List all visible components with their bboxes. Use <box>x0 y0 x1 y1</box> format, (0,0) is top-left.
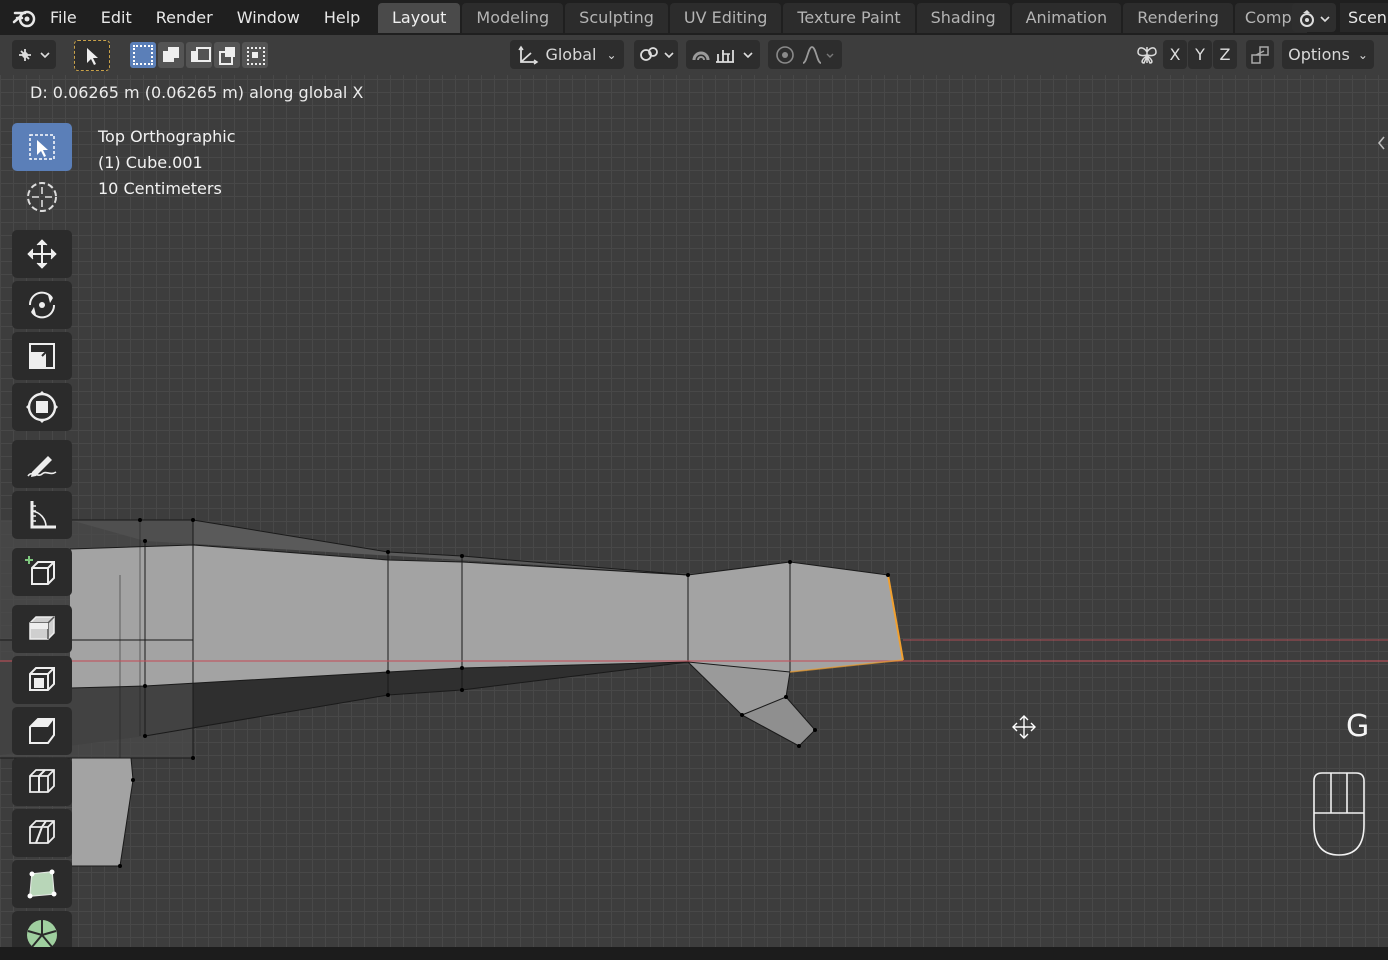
falloff-curve-icon[interactable] <box>799 44 839 66</box>
tab-texture-paint[interactable]: Texture Paint <box>783 3 915 33</box>
viewport-header: Global ⌄ X Y Z Options ⌄ <box>0 35 1388 75</box>
tool-loop-cut[interactable] <box>12 758 72 806</box>
mirror-z-button[interactable]: Z <box>1213 40 1237 69</box>
auto-merge-toggle[interactable] <box>1246 40 1274 69</box>
tool-inset[interactable] <box>12 656 72 704</box>
selection-intersect-icon[interactable] <box>242 41 268 68</box>
tool-scale[interactable] <box>12 332 72 380</box>
tool-measure[interactable] <box>12 491 72 539</box>
tab-shading[interactable]: Shading <box>916 3 1010 33</box>
menu-window[interactable]: Window <box>225 0 312 35</box>
tool-annotate[interactable] <box>12 440 72 488</box>
tab-animation[interactable]: Animation <box>1011 3 1122 33</box>
chevron-down-icon: ⌄ <box>1357 47 1368 62</box>
loop-cut-tool-icon <box>29 769 55 793</box>
scene-browse-button[interactable] <box>1292 3 1336 32</box>
snapping-group <box>686 40 760 69</box>
select-mode-button[interactable] <box>74 40 110 71</box>
mirror-toggle[interactable] <box>1134 40 1160 69</box>
viewport-info: Top Orthographic (1) Cube.001 10 Centime… <box>98 124 236 202</box>
cursor-tool-icon <box>27 182 57 212</box>
tool-select-box[interactable] <box>12 123 72 171</box>
cursor-arrow-icon <box>87 47 98 65</box>
proportional-edit-icon[interactable] <box>771 44 799 66</box>
pivot-point-icon <box>640 46 674 61</box>
selection-extend-icon[interactable] <box>158 41 184 68</box>
transform-status: D: 0.06265 m (0.06265 m) along global X <box>30 83 364 102</box>
proportional-editing-group <box>768 40 842 69</box>
tool-transform[interactable] <box>12 383 72 431</box>
tool-extrude[interactable] <box>12 605 72 653</box>
snap-increment-icon[interactable] <box>714 44 758 66</box>
options-label: Options <box>1288 45 1350 64</box>
tab-modeling[interactable]: Modeling <box>462 3 564 33</box>
viewport-editor-icon <box>19 48 50 61</box>
menu-file[interactable]: File <box>48 0 89 35</box>
knife-tool-icon <box>29 820 55 844</box>
rotate-tool-icon <box>28 291 56 319</box>
pivot-point-dropdown[interactable] <box>634 40 678 69</box>
mirror-y-button[interactable]: Y <box>1188 40 1212 69</box>
active-object-name: (1) Cube.001 <box>98 153 203 172</box>
tool-bevel[interactable] <box>12 707 72 755</box>
tab-uv-editing[interactable]: UV Editing <box>669 3 782 33</box>
tool-rotate[interactable] <box>12 281 72 329</box>
tool-poly-build[interactable] <box>12 860 72 908</box>
tool-move[interactable] <box>12 230 72 278</box>
transform-orientation-dropdown[interactable]: Global ⌄ <box>510 40 624 69</box>
annotate-tool-icon <box>27 456 57 477</box>
measure-tool-icon <box>30 501 56 529</box>
add-cube-tool-icon <box>25 556 55 585</box>
selection-invert-icon[interactable] <box>214 41 240 68</box>
options-dropdown[interactable]: Options ⌄ <box>1282 40 1374 69</box>
scene-icon <box>1300 9 1330 27</box>
selection-mode-group <box>128 40 270 69</box>
menu-help[interactable]: Help <box>312 0 372 35</box>
snap-magnet-icon[interactable] <box>688 44 714 66</box>
move-tool-icon <box>27 239 57 269</box>
view-name: Top Orthographic <box>98 127 236 146</box>
blender-logo-icon[interactable] <box>12 5 38 31</box>
poly-build-tool-icon <box>27 869 57 899</box>
extrude-tool-icon <box>29 616 55 640</box>
scene-name-field[interactable]: Scen <box>1340 3 1388 32</box>
inset-tool-icon <box>29 667 55 691</box>
selection-subtract-icon[interactable] <box>186 41 212 68</box>
editor-type-button[interactable] <box>12 40 56 69</box>
bevel-tool-icon <box>29 718 55 744</box>
tab-rendering[interactable]: Rendering <box>1123 3 1233 33</box>
mouse-icon <box>1313 772 1365 856</box>
mirror-butterfly-icon <box>1137 46 1157 64</box>
menu-render[interactable]: Render <box>144 0 225 35</box>
scale-tool-icon <box>29 343 55 369</box>
transform-tool-icon <box>26 391 58 423</box>
mesh-lower-face <box>72 758 133 866</box>
tool-add-cube[interactable] <box>12 548 72 596</box>
sidebar-toggle-icon[interactable] <box>1374 133 1388 153</box>
mirror-x-button[interactable]: X <box>1163 40 1187 69</box>
move-cursor-icon <box>1012 715 1036 739</box>
tool-cursor[interactable] <box>12 173 72 221</box>
auto-merge-icon <box>1251 45 1269 64</box>
orientation-axes-icon <box>518 45 539 65</box>
tab-sculpting[interactable]: Sculpting <box>565 3 668 33</box>
3d-viewport[interactable]: D: 0.06265 m (0.06265 m) along global X … <box>0 75 1388 947</box>
top-menu-bar: File Edit Render Window Help Layout Mode… <box>0 0 1388 35</box>
mesh-arm-face <box>70 545 903 688</box>
tool-knife[interactable] <box>12 809 72 857</box>
mesh-object[interactable] <box>0 75 1388 947</box>
select-box-tool-icon <box>29 134 55 160</box>
scene-selector: Scen <box>1292 2 1388 33</box>
workspace-tabs: Layout Modeling Sculpting UV Editing Tex… <box>378 3 1309 33</box>
key-hint: G <box>1346 709 1370 744</box>
tab-layout[interactable]: Layout <box>378 3 461 33</box>
chevron-down-icon: ⌄ <box>606 47 617 62</box>
menu-edit[interactable]: Edit <box>89 0 144 35</box>
orientation-label: Global <box>545 45 597 64</box>
selection-new-icon[interactable] <box>130 41 156 68</box>
grid-scale: 10 Centimeters <box>98 179 222 198</box>
status-bar <box>0 947 1388 960</box>
